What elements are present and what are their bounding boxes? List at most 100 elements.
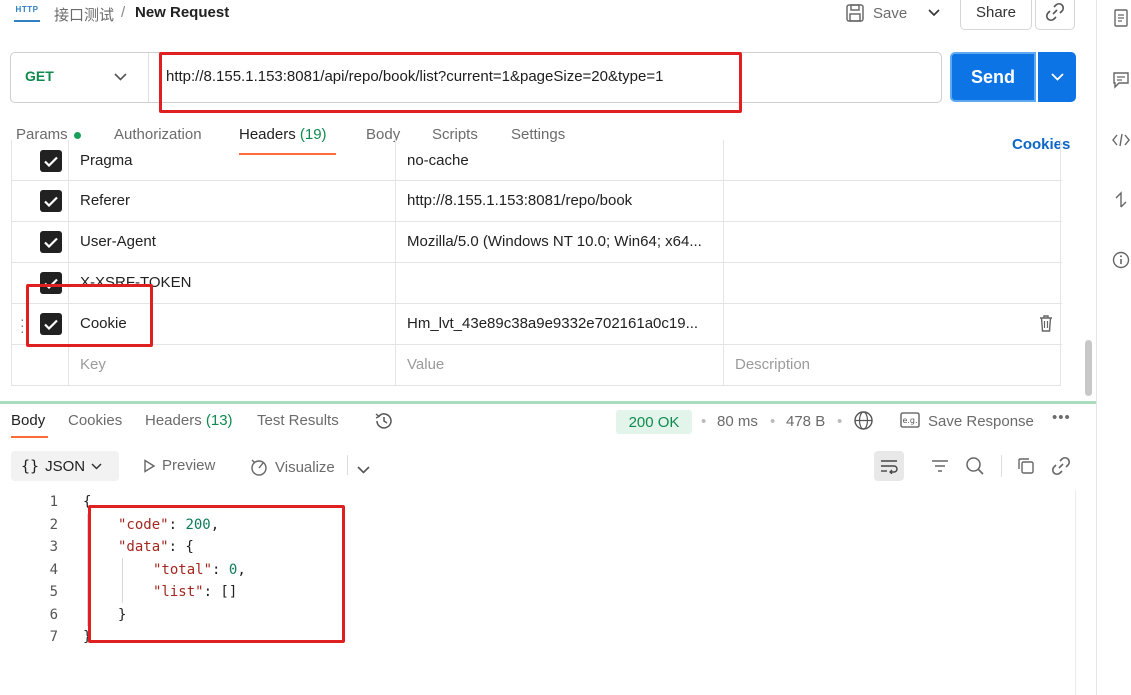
- status-badge: 200 OK: [616, 410, 692, 434]
- http-icon: HTTP: [14, 4, 40, 22]
- code-line: "code": 200,: [118, 517, 220, 533]
- indent-guide: [87, 514, 88, 626]
- breadcrumb-parent[interactable]: 接口测试: [54, 4, 114, 25]
- code-line: }: [118, 607, 127, 623]
- params-indicator-dot: [73, 131, 81, 139]
- value-input[interactable]: Value: [407, 356, 444, 373]
- url-divider: [148, 53, 149, 102]
- table-row: Pragma no-cache: [12, 140, 1062, 181]
- globe-icon[interactable]: [853, 410, 874, 434]
- wrap-lines-button[interactable]: [874, 451, 904, 481]
- comments-icon[interactable]: [1111, 70, 1131, 90]
- response-tab-cookies[interactable]: Cookies: [68, 412, 122, 429]
- wrap-icon: [881, 460, 898, 474]
- right-sidebar: [1096, 0, 1131, 695]
- chevron-down-icon[interactable]: [114, 68, 127, 84]
- toolbar-divider: [347, 455, 348, 475]
- line-number: 1: [49, 494, 58, 510]
- method-select[interactable]: GET: [25, 68, 54, 84]
- scrollbar-thumb[interactable]: [1085, 340, 1092, 396]
- save-response-icon[interactable]: e.g.: [900, 412, 920, 431]
- toolbar-divider: [1001, 455, 1002, 477]
- header-key[interactable]: User-Agent: [80, 233, 156, 250]
- info-icon[interactable]: [1111, 250, 1131, 270]
- link-icon[interactable]: [1050, 455, 1072, 477]
- documentation-icon[interactable]: [1111, 8, 1131, 28]
- header-value[interactable]: Hm_lvt_43e89c38a9e9332e702161a0c19...: [407, 315, 698, 332]
- row-checkbox[interactable]: [40, 231, 62, 253]
- breadcrumb-separator: /: [121, 4, 126, 21]
- table-row: · · · Cookie Hm_lvt_43e89c38a9e9332e702161…: [12, 304, 1062, 345]
- save-response-button[interactable]: Save Response: [928, 413, 1034, 430]
- header-value[interactable]: Mozilla/5.0 (Windows NT 10.0; Win64; x64…: [407, 233, 702, 250]
- line-number: 4: [49, 562, 58, 578]
- svg-text:e.g.: e.g.: [902, 416, 917, 425]
- line-number: 2: [49, 517, 58, 533]
- copy-icon[interactable]: [1015, 455, 1037, 477]
- header-key[interactable]: Pragma: [80, 152, 133, 169]
- response-size: 478 B: [786, 413, 826, 430]
- code-line: "list": []: [153, 584, 238, 600]
- drag-handle-icon[interactable]: · · ·: [20, 312, 25, 338]
- row-checkbox[interactable]: [40, 313, 62, 335]
- header-value[interactable]: http://8.155.1.153:8081/repo/book: [407, 192, 632, 209]
- send-options-button[interactable]: [1038, 52, 1076, 102]
- visualize-icon: [251, 459, 267, 476]
- filter-icon[interactable]: [929, 455, 951, 477]
- headers-table: Pragma no-cache Referer http://8.155.1.1…: [11, 140, 1062, 386]
- chevron-down-icon: [928, 9, 940, 17]
- header-value[interactable]: no-cache: [407, 152, 469, 169]
- more-options-icon[interactable]: •••: [1052, 409, 1071, 426]
- response-time: 80 ms: [717, 413, 758, 430]
- send-label: Send: [970, 66, 1015, 87]
- preview-button[interactable]: Preview: [142, 457, 215, 474]
- play-icon: [144, 458, 156, 473]
- save-icon: [846, 4, 864, 22]
- chevron-down-icon[interactable]: [357, 461, 370, 477]
- header-key[interactable]: Cookie: [80, 315, 127, 332]
- line-number: 6: [49, 607, 58, 623]
- code-line: "total": 0,: [153, 562, 246, 578]
- header-key[interactable]: X-XSRF-TOKEN: [80, 274, 191, 291]
- pane-resizer[interactable]: [0, 401, 1096, 404]
- line-number: 5: [49, 584, 58, 600]
- indent-guide: [122, 558, 123, 603]
- row-checkbox[interactable]: [40, 150, 62, 172]
- meta-separator: •: [837, 413, 843, 430]
- table-row: X-XSRF-TOKEN: [12, 263, 1062, 304]
- response-headers-count: (13): [205, 412, 233, 429]
- visualize-button[interactable]: Visualize: [249, 457, 335, 477]
- response-tab-test-results[interactable]: Test Results: [257, 412, 339, 429]
- table-row: Referer http://8.155.1.153:8081/repo/boo…: [12, 181, 1062, 222]
- history-icon[interactable]: [374, 411, 394, 434]
- line-number: 7: [49, 629, 58, 645]
- response-tab-body[interactable]: Body: [11, 412, 45, 429]
- row-checkbox[interactable]: [40, 190, 62, 212]
- format-select[interactable]: {} JSON: [11, 451, 119, 481]
- key-input[interactable]: Key: [80, 356, 106, 373]
- table-row-empty: Key Value Description: [12, 345, 1062, 386]
- description-input[interactable]: Description: [735, 356, 810, 373]
- row-checkbox[interactable]: [40, 272, 62, 294]
- code-line: {: [83, 494, 92, 510]
- save-button[interactable]: Save: [845, 0, 907, 26]
- share-button[interactable]: Share: [960, 0, 1032, 30]
- braces-icon: {}: [21, 457, 40, 475]
- save-label: Save: [873, 4, 908, 22]
- save-options-button[interactable]: [924, 2, 944, 24]
- header-key[interactable]: Referer: [80, 192, 130, 209]
- response-tab-headers[interactable]: Headers (13): [145, 412, 233, 429]
- code-icon[interactable]: [1111, 130, 1131, 150]
- link-icon: [1045, 2, 1065, 22]
- trash-icon[interactable]: [1038, 314, 1054, 335]
- copy-link-button[interactable]: [1035, 0, 1075, 30]
- share-label: Share: [975, 3, 1017, 21]
- format-label: JSON: [45, 457, 86, 475]
- related-icon[interactable]: [1111, 190, 1131, 210]
- line-number: 3: [49, 539, 58, 555]
- url-input[interactable]: http://8.155.1.153:8081/api/repo/book/li…: [166, 68, 663, 85]
- chevron-down-icon: [91, 462, 102, 470]
- send-button[interactable]: Send: [950, 52, 1036, 102]
- search-icon[interactable]: [964, 455, 986, 477]
- page-title[interactable]: New Request: [135, 4, 229, 21]
